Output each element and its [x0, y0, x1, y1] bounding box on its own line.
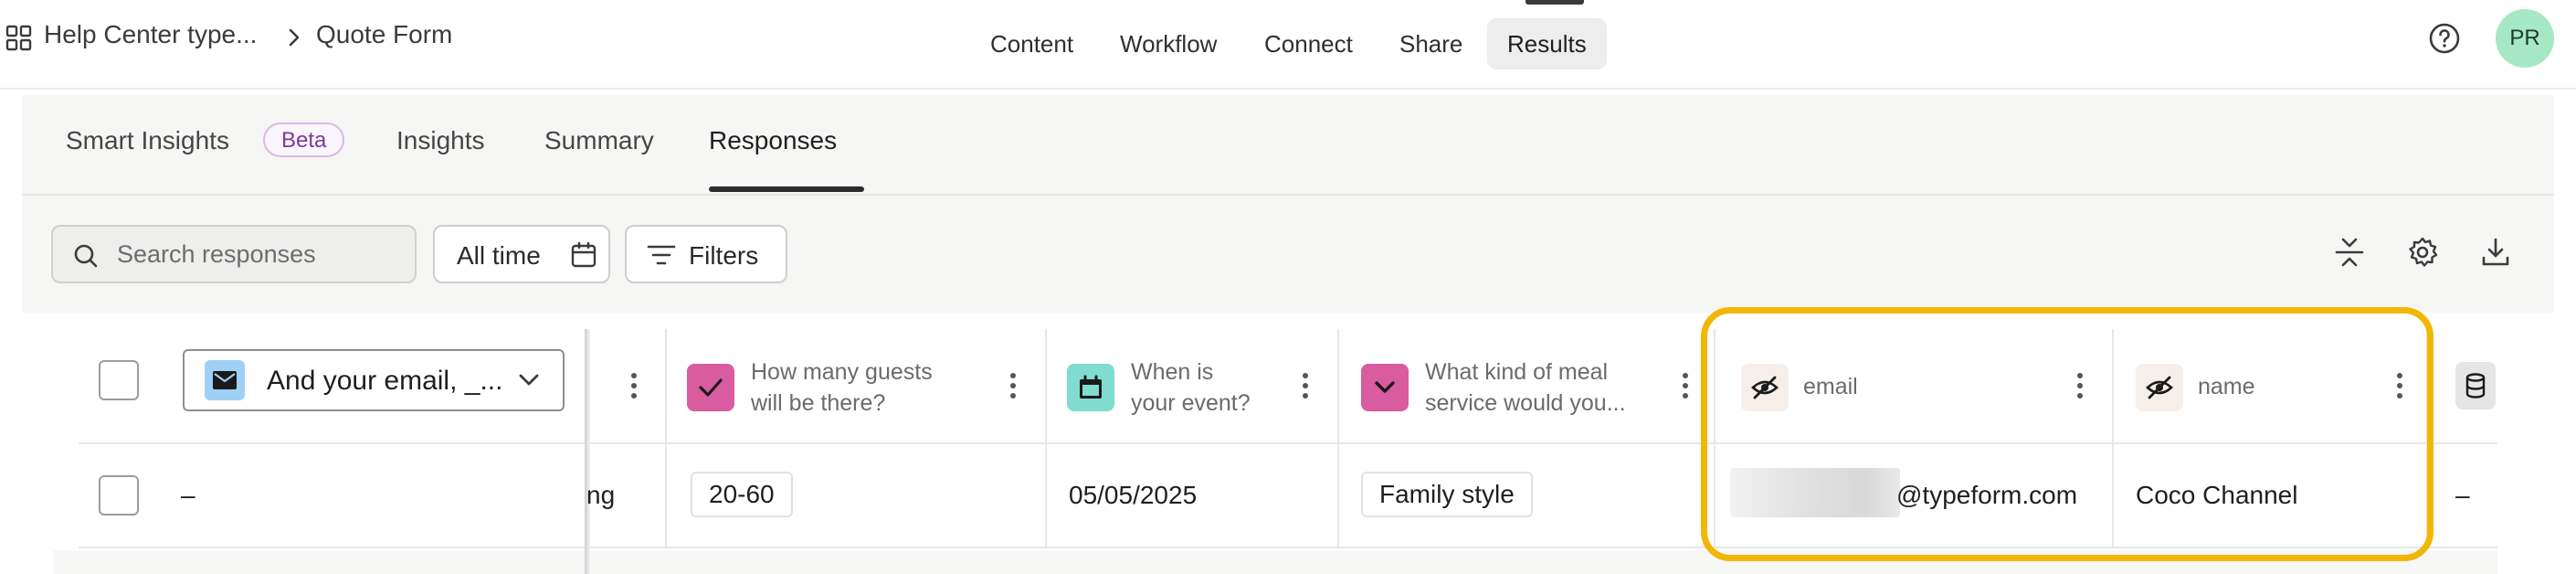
download-icon[interactable] [2479, 236, 2512, 269]
tab-results[interactable]: Results [1487, 18, 1607, 69]
column-menu-icon[interactable] [629, 372, 639, 399]
cell-truncated: ng [586, 481, 616, 509]
breadcrumb-form-name[interactable]: Quote Form [316, 20, 452, 49]
settings-gear-icon[interactable] [2406, 236, 2439, 269]
active-tab-indicator [1526, 0, 1584, 5]
help-icon[interactable] [2428, 22, 2461, 55]
search-box[interactable] [51, 225, 417, 283]
column-header-guests[interactable]: How many guests will be there? [751, 356, 933, 419]
highlight-box [1701, 307, 2433, 561]
column-header-event-date[interactable]: When is your event? [1131, 356, 1251, 419]
column-header-line: will be there? [751, 390, 886, 416]
cell-guests-chip: 20-60 [691, 472, 793, 517]
cell-meal-service-chip: Family style [1361, 472, 1533, 517]
search-icon [74, 244, 98, 268]
chevron-right-icon [289, 28, 300, 47]
calendar-icon [571, 241, 596, 268]
column-menu-icon[interactable] [1681, 372, 1690, 399]
column-header-line: How many guests [751, 359, 933, 385]
results-panel: Smart Insights Beta Insights Summary Res… [22, 95, 2554, 313]
active-subtab-indicator [709, 186, 864, 192]
frozen-column-edge [585, 329, 590, 574]
search-input[interactable] [117, 236, 409, 272]
mail-icon [213, 371, 237, 389]
database-icon [2465, 373, 2486, 399]
select-all-checkbox[interactable] [99, 360, 139, 400]
dropdown-question-badge [1361, 364, 1409, 411]
apps-grid-icon[interactable] [5, 25, 33, 52]
tab-workflow[interactable]: Workflow [1100, 18, 1237, 69]
email-question-badge [205, 360, 245, 400]
tab-smart-insights[interactable]: Smart Insights [66, 126, 229, 155]
date-filter-button[interactable]: All time [433, 225, 610, 283]
cell-event-date: 05/05/2025 [1069, 481, 1198, 509]
tab-share[interactable]: Share [1379, 18, 1483, 69]
cell-email-question: – [181, 481, 195, 509]
multiple-choice-badge [687, 364, 734, 411]
column-menu-icon[interactable] [1008, 372, 1018, 399]
row-density-icon[interactable] [2333, 236, 2366, 269]
checkmark-icon [699, 378, 723, 397]
tab-responses[interactable]: Responses [709, 126, 837, 155]
question-selector-dropdown[interactable]: And your email, _... [183, 349, 565, 411]
column-divider [1045, 329, 1047, 548]
metadata-column-badge [2455, 362, 2496, 409]
question-selector-label: And your email, _... [267, 366, 503, 396]
date-question-badge [1067, 364, 1114, 411]
column-header-line: When is [1131, 359, 1214, 385]
tab-connect[interactable]: Connect [1244, 18, 1373, 69]
filter-icon [647, 245, 676, 265]
chevron-down-icon [519, 374, 539, 386]
filters-button[interactable]: Filters [625, 225, 787, 283]
calendar-icon [1080, 375, 1102, 399]
user-avatar[interactable]: PR [2496, 9, 2554, 68]
top-bar: Help Center type... Quote Form Content W… [0, 0, 2576, 90]
column-header-line: your event? [1131, 390, 1251, 416]
tab-insights[interactable]: Insights [396, 126, 485, 155]
tab-summary[interactable]: Summary [544, 126, 654, 155]
column-divider [665, 329, 667, 548]
tab-content[interactable]: Content [970, 18, 1093, 69]
column-divider [1337, 329, 1339, 548]
row-select-checkbox[interactable] [99, 475, 139, 516]
cell-metadata: – [2455, 481, 2470, 509]
column-menu-icon[interactable] [1301, 372, 1310, 399]
breadcrumb-workspace[interactable]: Help Center type... [44, 20, 257, 49]
chevron-down-icon [1375, 381, 1395, 393]
date-filter-label: All time [457, 241, 541, 270]
beta-badge: Beta [263, 122, 345, 157]
column-header-line: service would you... [1425, 390, 1626, 416]
tabs-divider [22, 194, 2554, 196]
column-header-line: What kind of meal [1425, 359, 1609, 385]
column-header-meal-service[interactable]: What kind of meal service would you... [1425, 356, 1626, 419]
filters-label: Filters [689, 241, 759, 270]
